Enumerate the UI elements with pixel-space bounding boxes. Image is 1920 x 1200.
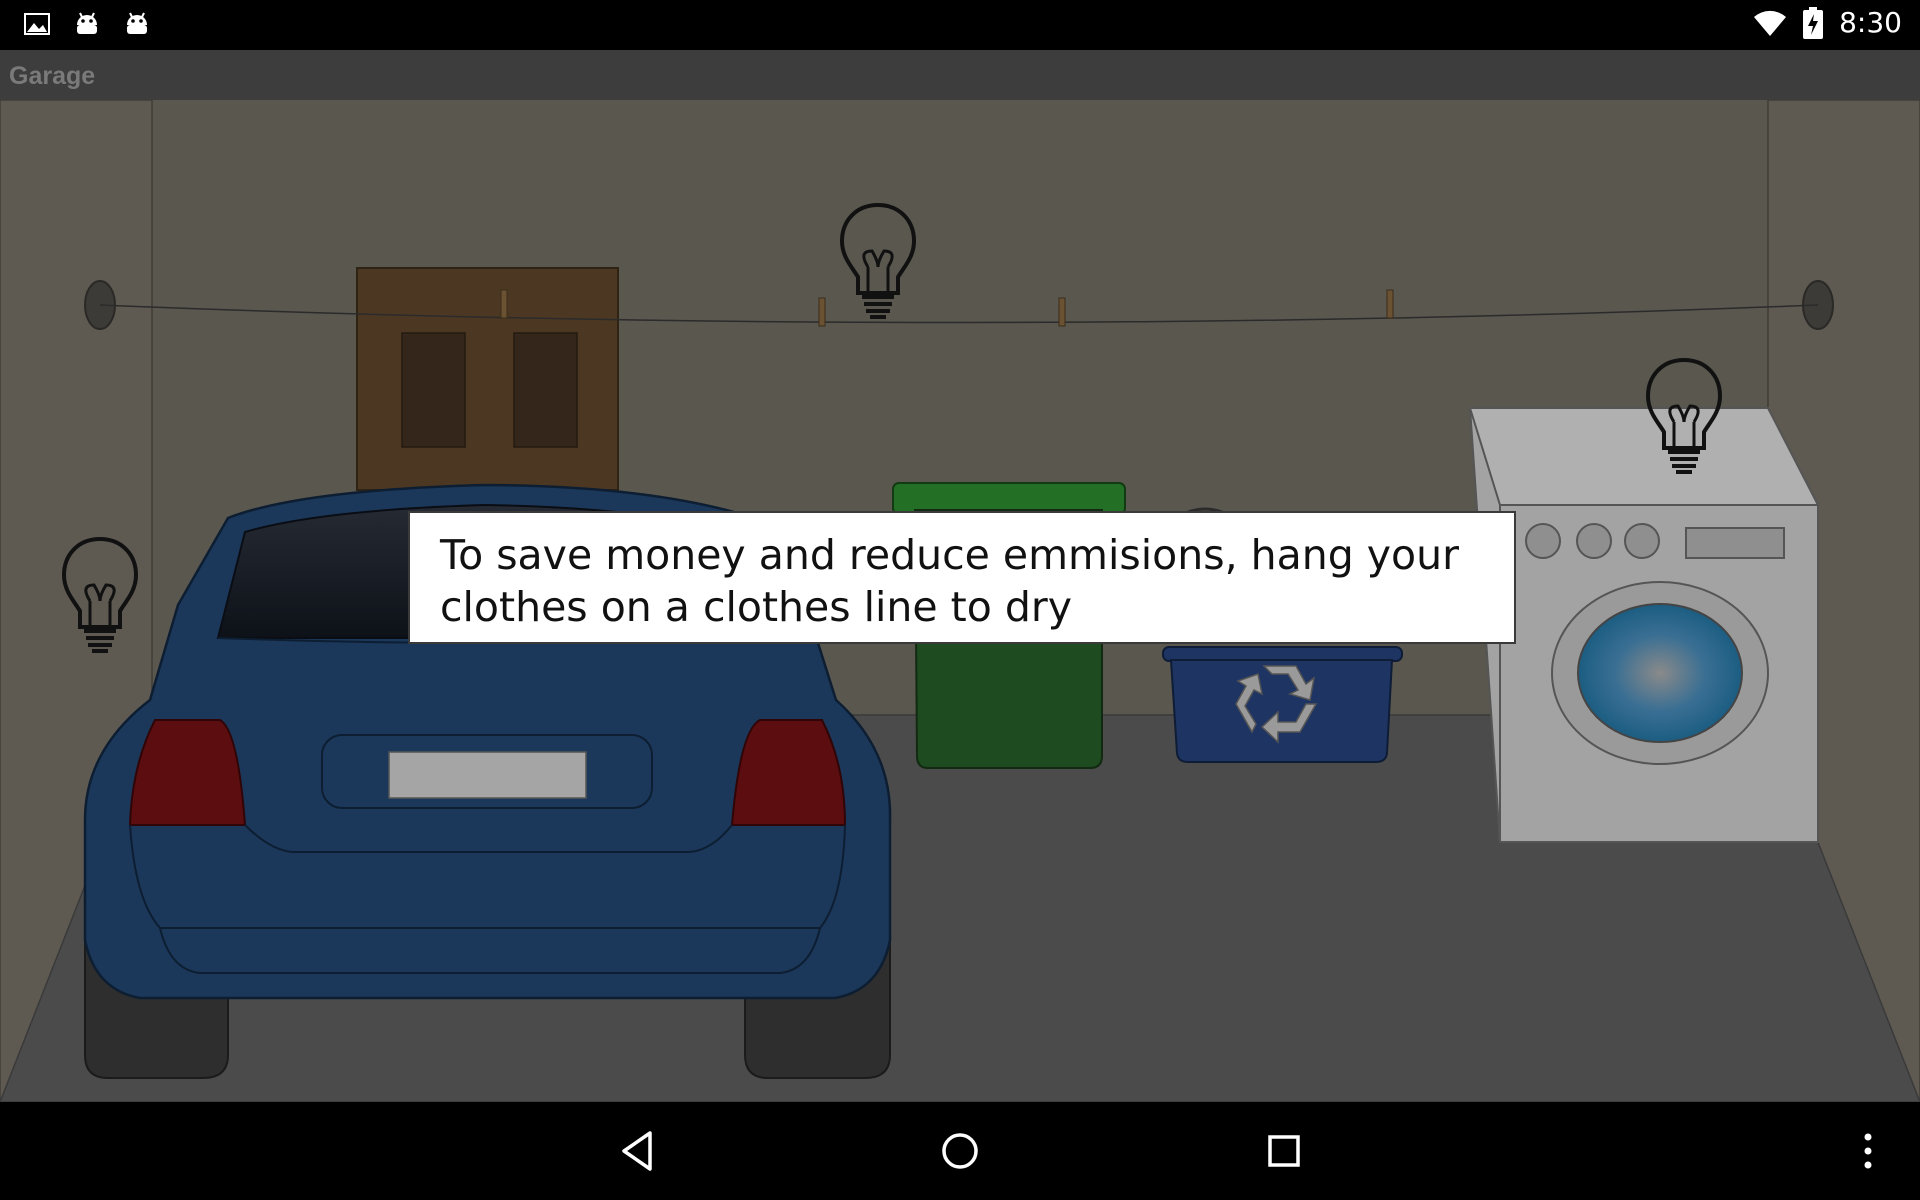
system-status: 8:30	[1753, 6, 1902, 39]
app-title-bar: Garage	[0, 50, 1920, 100]
navigation-bar	[0, 1102, 1920, 1200]
android-notification-icon	[77, 12, 97, 34]
recents-button[interactable]	[1260, 1127, 1308, 1175]
status-bar: 8:30	[0, 0, 1920, 50]
android-notification-icon	[127, 12, 147, 34]
notification-icons	[22, 9, 152, 39]
back-button[interactable]	[614, 1127, 662, 1175]
app-title: Garage	[9, 62, 96, 90]
wifi-icon	[1754, 10, 1787, 36]
image-notification-icon	[24, 13, 50, 35]
home-button[interactable]	[936, 1127, 984, 1175]
menu-button[interactable]	[1844, 1127, 1892, 1175]
tip-dialog[interactable]: To save money and reduce emmisions, hang…	[408, 511, 1516, 644]
clock: 8:30	[1839, 6, 1902, 39]
battery-charging-icon	[1803, 6, 1824, 39]
tip-text: To save money and reduce emmisions, hang…	[440, 531, 1459, 631]
